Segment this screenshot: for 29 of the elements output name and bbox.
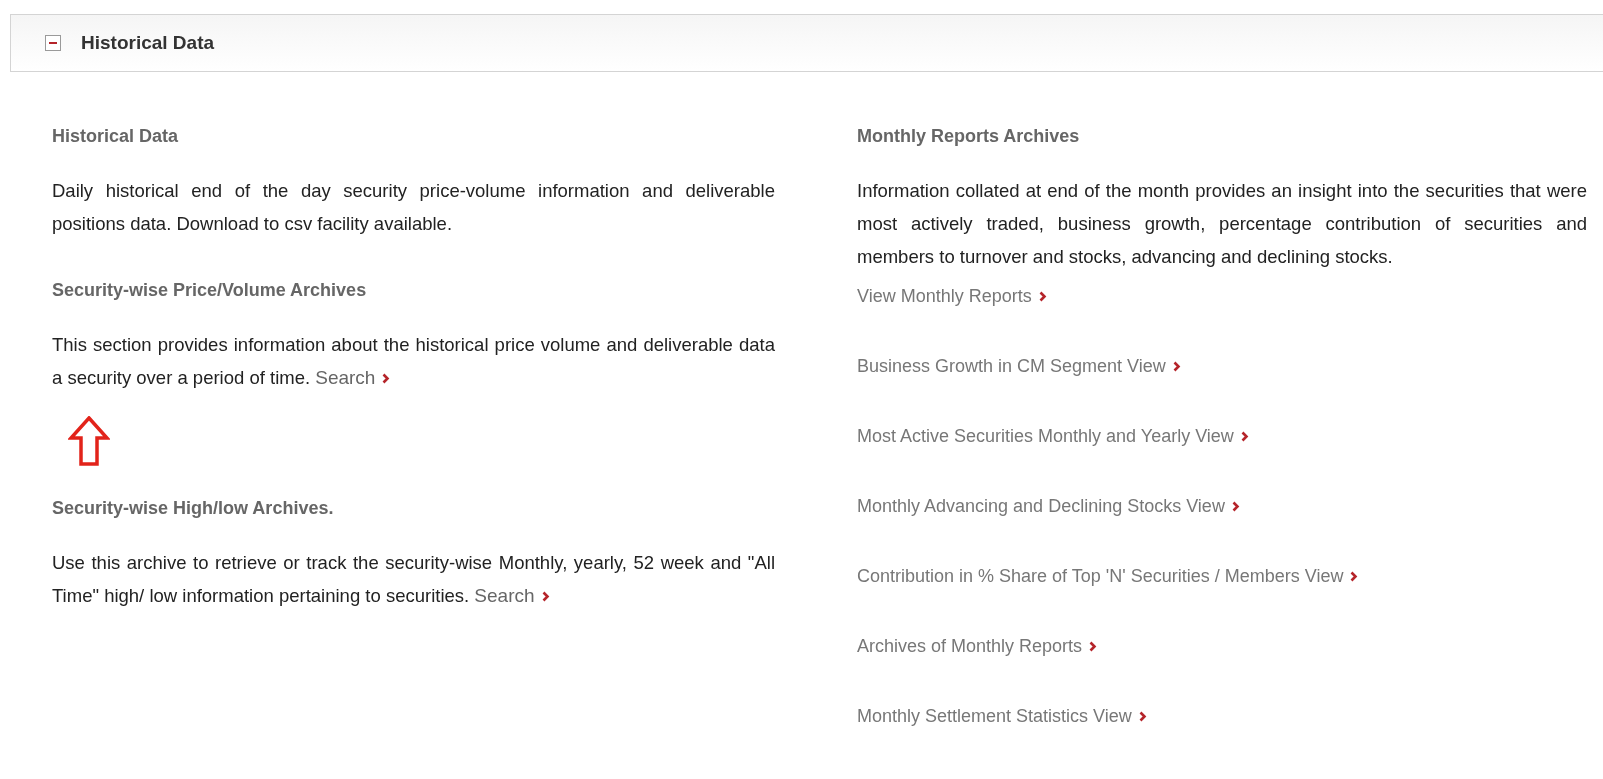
report-link[interactable]: Most Active Securities Monthly and Yearly View (857, 423, 1249, 449)
chevron-right-icon (1038, 291, 1047, 302)
chevron-right-icon (1172, 361, 1181, 372)
report-link[interactable]: Archives of Monthly Reports (857, 633, 1098, 659)
chevron-right-icon (1138, 711, 1147, 722)
report-link[interactable]: View Monthly Reports (857, 283, 1047, 309)
panel-header[interactable]: Historical Data (10, 14, 1603, 72)
section-text: This section provides information about the historical price volume and deliverable data a security over a period of time. Search (52, 333, 775, 390)
report-link[interactable]: Business Growth in CM Segment View (857, 353, 1181, 379)
section-heading: Monthly Reports Archives (857, 125, 1081, 148)
report-link[interactable]: Contribution in % Share of Top 'N' Securities / Members View (857, 563, 1359, 589)
chevron-right-icon (1240, 431, 1249, 442)
section-text: Daily historical end of the day security price-volume information and deliverable positions data. Download to csv facility available. (52, 179, 775, 236)
chevron-right-icon (382, 373, 391, 384)
panel-title: Historical Data (81, 30, 215, 55)
section-text: Use this archive to retrieve or track the security-wise Monthly, yearly, 52 week and "All Time" high/ low information pertaining to securities. Search (52, 551, 775, 608)
report-link[interactable]: Monthly Settlement Statistics View (857, 703, 1147, 729)
chevron-right-icon (1350, 571, 1359, 582)
search-link[interactable]: Search (315, 367, 391, 388)
search-link[interactable]: Search (474, 585, 550, 606)
section-text: Information collated at end of the month provides an insight into the securities that were most actively traded, business growth, percentage contribution of securities and members to turnover and stocks, advancing and declining stocks. (857, 179, 1587, 269)
report-link[interactable]: Monthly Advancing and Declining Stocks View (857, 493, 1240, 519)
section-heading: Historical Data (52, 125, 180, 148)
chevron-right-icon (1231, 501, 1240, 512)
chevron-right-icon (541, 591, 550, 602)
section-heading: Security-wise Price/Volume Archives (52, 279, 368, 302)
chevron-right-icon (1089, 641, 1098, 652)
collapse-icon[interactable] (45, 35, 61, 51)
section-heading: Security-wise High/low Archives. (52, 497, 335, 520)
